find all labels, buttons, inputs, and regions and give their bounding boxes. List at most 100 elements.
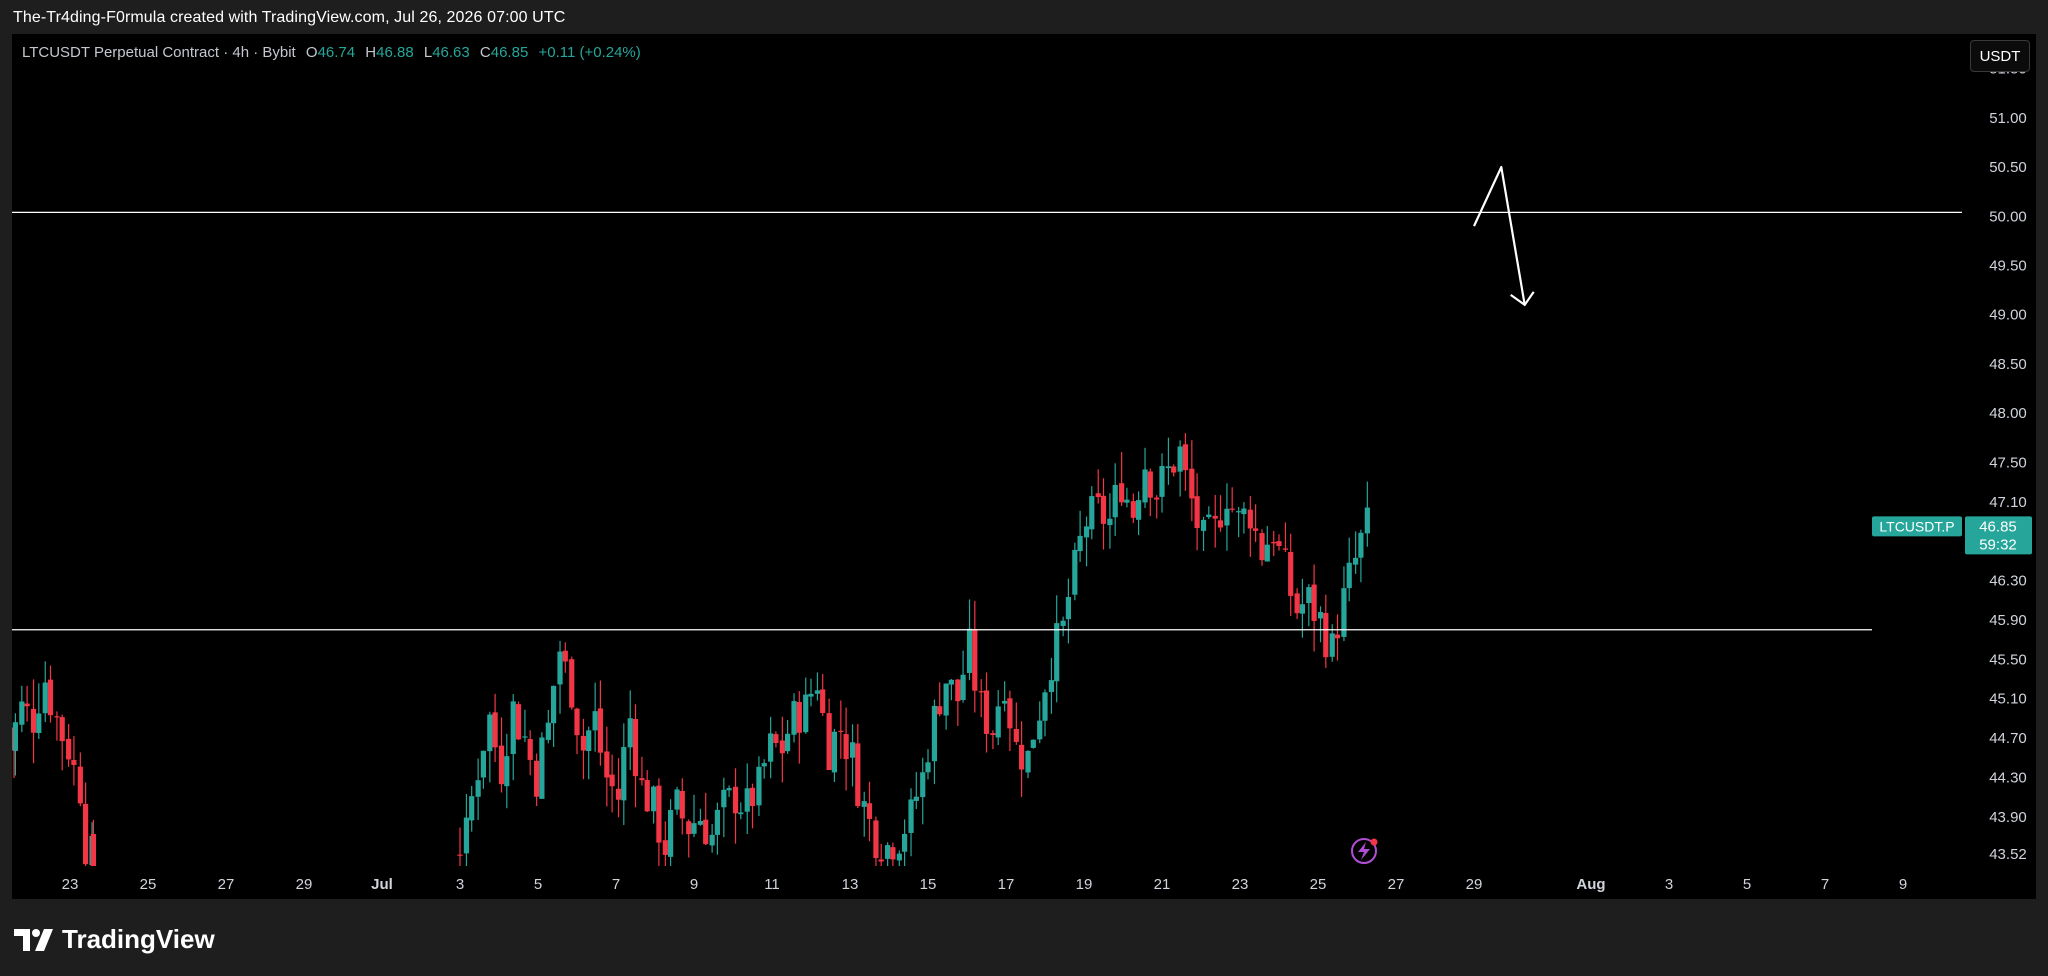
candle-body[interactable]	[545, 722, 551, 740]
candle-body[interactable]	[1165, 466, 1172, 469]
candle-body[interactable]	[1194, 496, 1200, 528]
candle-body[interactable]	[527, 739, 533, 760]
candle-body[interactable]	[1306, 587, 1312, 604]
candle-body[interactable]	[534, 760, 540, 797]
candle-body[interactable]	[885, 845, 891, 859]
candle-body[interactable]	[1317, 612, 1324, 619]
candle-body[interactable]	[656, 785, 662, 843]
candle-body[interactable]	[90, 833, 96, 899]
candle-body[interactable]	[709, 834, 715, 846]
candle-body[interactable]	[785, 733, 791, 752]
candle-body[interactable]	[768, 733, 774, 762]
candle-body[interactable]	[1177, 446, 1183, 472]
tradingview-logo[interactable]: TradingView	[14, 924, 215, 955]
candle-body[interactable]	[609, 774, 615, 787]
candle-body[interactable]	[978, 691, 984, 693]
candle-body[interactable]	[574, 708, 580, 736]
candle-body[interactable]	[1112, 484, 1118, 518]
candle-body[interactable]	[1042, 692, 1048, 721]
candle-body[interactable]	[632, 719, 639, 777]
candle-body[interactable]	[1334, 634, 1341, 639]
candle-body[interactable]	[1095, 493, 1101, 498]
candle-body[interactable]	[621, 747, 627, 801]
candle-body[interactable]	[761, 763, 767, 767]
candle-body[interactable]	[1072, 549, 1078, 595]
candle-body[interactable]	[639, 778, 645, 781]
candle-body[interactable]	[71, 760, 77, 765]
candle-body[interactable]	[615, 788, 622, 800]
candle-body[interactable]	[943, 683, 949, 716]
candle-body[interactable]	[873, 820, 879, 859]
candle-body[interactable]	[990, 733, 996, 736]
candle-body[interactable]	[1206, 514, 1212, 518]
price-chart[interactable]: 51.5051.0050.5050.0049.5049.0048.5048.00…	[12, 34, 2036, 899]
candle-body[interactable]	[697, 820, 704, 825]
candle-body[interactable]	[504, 756, 510, 787]
candle-body[interactable]	[644, 780, 650, 812]
candle-body[interactable]	[1288, 552, 1294, 596]
candle-body[interactable]	[686, 821, 692, 835]
candle-body[interactable]	[814, 690, 821, 694]
candle-body[interactable]	[1077, 535, 1083, 552]
candle-body[interactable]	[843, 734, 849, 760]
candle-body[interactable]	[931, 705, 938, 762]
candle-body[interactable]	[972, 629, 978, 691]
candle-body[interactable]	[983, 690, 990, 734]
candle-body[interactable]	[1142, 469, 1148, 503]
candle-body[interactable]	[1083, 526, 1090, 538]
candle-body[interactable]	[738, 812, 744, 815]
candle-body[interactable]	[1299, 604, 1305, 614]
candle-body[interactable]	[1171, 466, 1177, 473]
candle-body[interactable]	[1294, 593, 1300, 614]
candle-body[interactable]	[42, 682, 48, 714]
candle-body[interactable]	[1100, 495, 1107, 524]
candle-body[interactable]	[831, 731, 837, 773]
candle-body[interactable]	[77, 766, 83, 804]
candle-body[interactable]	[878, 859, 884, 862]
candle-body[interactable]	[539, 737, 545, 799]
candle-body[interactable]	[691, 823, 697, 834]
candle-body[interactable]	[597, 708, 603, 753]
candle-body[interactable]	[749, 787, 756, 807]
candle-body[interactable]	[908, 799, 914, 833]
candle-body[interactable]	[849, 742, 856, 758]
candle-body[interactable]	[1159, 466, 1165, 497]
candle-body[interactable]	[469, 796, 475, 821]
candle-body[interactable]	[1200, 519, 1207, 531]
candle-body[interactable]	[820, 689, 826, 714]
candle-body[interactable]	[1130, 501, 1136, 518]
candle-body[interactable]	[651, 786, 657, 812]
candle-body[interactable]	[30, 708, 37, 733]
candle-body[interactable]	[1282, 548, 1289, 550]
candle-body[interactable]	[808, 693, 814, 697]
candle-body[interactable]	[1311, 584, 1317, 621]
candle-body[interactable]	[1353, 557, 1359, 565]
candle-body[interactable]	[838, 730, 844, 732]
candle-body[interactable]	[1358, 532, 1364, 558]
candle-body[interactable]	[966, 628, 973, 673]
candle-body[interactable]	[703, 819, 709, 845]
candle-body[interactable]	[586, 730, 592, 752]
candle-body[interactable]	[662, 840, 668, 855]
candle-body[interactable]	[937, 706, 943, 715]
candle-body[interactable]	[480, 750, 486, 778]
candle-body[interactable]	[604, 751, 610, 778]
candle-body[interactable]	[726, 788, 732, 791]
candle-body[interactable]	[773, 734, 779, 743]
candle-body[interactable]	[855, 743, 861, 807]
candle-body[interactable]	[826, 713, 832, 771]
candle-body[interactable]	[510, 701, 516, 754]
candle-body[interactable]	[890, 847, 896, 860]
candle-body[interactable]	[66, 738, 72, 760]
candle-body[interactable]	[1025, 750, 1031, 773]
candle-body[interactable]	[1329, 633, 1335, 657]
candle-body[interactable]	[1002, 700, 1008, 704]
candle-body[interactable]	[995, 706, 1001, 738]
candle-body[interactable]	[1212, 515, 1218, 519]
candle-body[interactable]	[902, 833, 908, 852]
candle-body[interactable]	[756, 766, 762, 806]
candle-body[interactable]	[1253, 528, 1259, 531]
candle-body[interactable]	[83, 803, 89, 865]
candle-body[interactable]	[1119, 483, 1125, 503]
candle-body[interactable]	[562, 650, 568, 662]
